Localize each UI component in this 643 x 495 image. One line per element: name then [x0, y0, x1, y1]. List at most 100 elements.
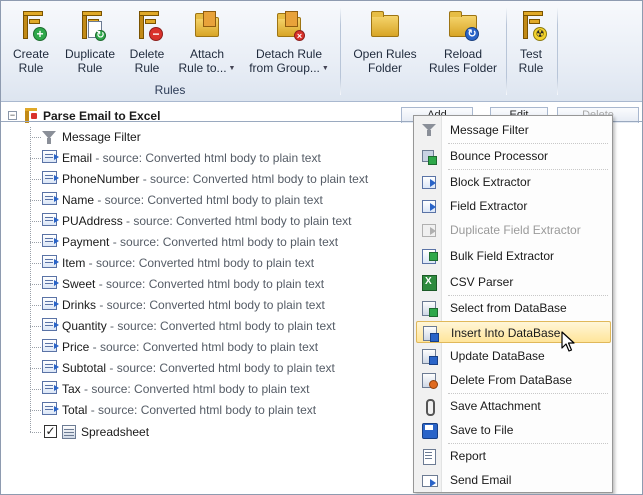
field-extractor-icon: [42, 297, 59, 312]
menu-item-send-email[interactable]: Send Email: [416, 469, 611, 491]
create-rule-label: Create Rule: [12, 47, 50, 75]
ribbon: + Create Rule ↻ Duplicate Rule − Delete …: [1, 1, 642, 102]
ribbon-group-label: Rules: [154, 83, 186, 97]
field-source: - source: Converted html body to plain t…: [95, 277, 325, 291]
test-rule-button[interactable]: ☢ Test Rule: [511, 5, 551, 81]
field-extractor-icon: [42, 150, 59, 165]
open-rules-folder-button[interactable]: Open Rules Folder: [347, 5, 423, 81]
tree-item-label: Message Filter: [62, 130, 141, 144]
chevron-down-icon: ▼: [321, 64, 329, 72]
block-extractor-icon: [421, 174, 437, 190]
test-rule-label: Test Rule: [518, 47, 544, 75]
menu-item-block-extractor[interactable]: Block Extractor: [416, 171, 611, 193]
menu-item-csv-parser[interactable]: CSV Parser: [416, 271, 611, 293]
field-name: Payment: [62, 235, 110, 249]
field-name: PhoneNumber: [62, 172, 140, 186]
paperclip-icon: [421, 398, 437, 416]
delete-rule-icon: −: [131, 9, 163, 41]
menu-item-select-from-database[interactable]: Select from DataBase: [416, 297, 611, 319]
field-name: Subtotal: [62, 361, 107, 375]
field-source: - source: Converted html body to plain t…: [94, 193, 323, 207]
field-name: Item: [62, 256, 86, 270]
tree-guide-line: [30, 127, 31, 432]
update-database-icon: [421, 348, 438, 365]
folder-icon: [369, 9, 401, 41]
duplicate-rule-label: Duplicate Rule: [64, 47, 116, 75]
field-source: - source: Converted html body to plain t…: [122, 214, 352, 228]
field-source: - source: Converted html body to plain t…: [80, 382, 310, 396]
attach-rule-icon: [191, 9, 223, 41]
field-source: - source: Converted html body to plain t…: [87, 403, 317, 417]
menu-item-insert-into-database[interactable]: Insert Into DataBase: [416, 321, 611, 343]
field-extractor-icon: [42, 255, 59, 270]
create-rule-button[interactable]: + Create Rule: [5, 5, 57, 81]
field-name: Name: [62, 193, 95, 207]
detach-rule-label: Detach Rule from Group...: [249, 47, 323, 75]
collapse-icon[interactable]: −: [8, 111, 17, 120]
field-extractor-icon: [42, 318, 59, 333]
field-extractor-icon: [42, 213, 59, 228]
delete-rule-label: Delete Rule: [129, 47, 165, 75]
bounce-processor-icon: [421, 148, 437, 165]
menu-item-message-filter[interactable]: Message Filter: [416, 119, 611, 141]
field-name: Email: [62, 151, 93, 165]
save-file-icon: [421, 422, 438, 439]
menu-item-bounce-processor[interactable]: Bounce Processor: [416, 145, 611, 167]
field-name: Sweet: [62, 277, 96, 291]
detach-rule-icon: ×: [273, 9, 305, 41]
menu-item-delete-from-database[interactable]: Delete From DataBase: [416, 369, 611, 391]
menu-item-field-extractor[interactable]: Field Extractor: [416, 195, 611, 217]
duplicate-rule-button[interactable]: ↻ Duplicate Rule: [59, 5, 121, 81]
bulk-field-extractor-icon: [421, 248, 438, 264]
field-source: - source: Converted html body to plain t…: [85, 256, 315, 270]
field-extractor-icon: [42, 171, 59, 186]
ribbon-separator: [557, 7, 558, 95]
field-extractor-icon: [42, 276, 59, 291]
ribbon-separator: [506, 7, 507, 95]
duplicate-field-extractor-icon: [421, 222, 437, 238]
field-name: Tax: [62, 382, 81, 396]
field-extractor-icon: [42, 192, 59, 207]
field-name: Quantity: [62, 319, 107, 333]
field-name: Total: [62, 403, 88, 417]
detach-rule-button[interactable]: × Detach Rule from Group... ▼: [247, 5, 331, 81]
field-name: PUAddress: [62, 214, 123, 228]
send-email-icon: [421, 472, 438, 488]
mouse-cursor-icon: [561, 331, 575, 352]
attach-rule-button[interactable]: Attach Rule to... ▼: [175, 5, 239, 81]
menu-item-bulk-field-extractor[interactable]: Bulk Field Extractor: [416, 245, 611, 267]
field-name: Drinks: [62, 298, 97, 312]
menu-item-duplicate-field-extractor[interactable]: Duplicate Field Extractor: [416, 219, 611, 241]
attach-rule-label: Attach Rule to...: [178, 47, 227, 75]
add-context-menu: Message Filter Bounce Processor Block Ex…: [413, 115, 613, 493]
tree-item-label: Spreadsheet: [81, 425, 150, 439]
chevron-down-icon: ▼: [228, 64, 236, 72]
menu-item-save-attachment[interactable]: Save Attachment: [416, 395, 611, 417]
field-name: Price: [62, 340, 90, 354]
menu-item-report[interactable]: Report: [416, 445, 611, 467]
funnel-icon: [421, 122, 437, 138]
menu-item-save-to-file[interactable]: Save to File: [416, 419, 611, 441]
funnel-icon: [42, 129, 58, 144]
field-source: - source: Converted html body to plain t…: [96, 298, 325, 312]
menu-item-update-database[interactable]: Update DataBase: [416, 345, 611, 367]
csv-parser-icon: [421, 274, 437, 291]
ribbon-separator: [340, 7, 341, 95]
field-extractor-icon: [42, 402, 59, 417]
reload-rules-folder-label: Reload Rules Folder: [428, 47, 498, 75]
field-source: - source: Converted html body to plain t…: [106, 361, 335, 375]
field-extractor-icon: [42, 381, 59, 396]
field-source: - source: Converted html body to plain t…: [109, 235, 339, 249]
field-extractor-icon: [42, 339, 59, 354]
reload-rules-folder-button[interactable]: ↻ Reload Rules Folder: [425, 5, 501, 81]
delete-database-icon: [421, 372, 438, 389]
open-rules-folder-label: Open Rules Folder: [353, 47, 417, 75]
field-source: - source: Converted html body to plain t…: [89, 340, 319, 354]
field-source: - source: Converted html body to plain t…: [92, 151, 321, 165]
test-rule-icon: ☢: [515, 9, 547, 41]
spreadsheet-checkbox[interactable]: ✓: [44, 425, 57, 438]
field-extractor-icon: [421, 198, 437, 214]
delete-rule-button[interactable]: − Delete Rule: [123, 5, 171, 81]
field-source: - source: Converted html body to plain t…: [106, 319, 336, 333]
create-rule-icon: +: [15, 9, 47, 41]
